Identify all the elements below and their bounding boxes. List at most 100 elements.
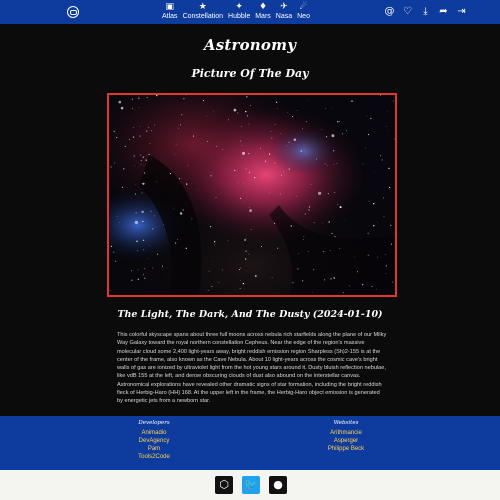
- codepen-icon[interactable]: ⬡: [215, 476, 233, 494]
- star: [390, 224, 392, 226]
- star: [142, 220, 144, 223]
- star: [290, 225, 292, 227]
- star: [154, 124, 156, 126]
- star: [279, 193, 281, 195]
- developer-link[interactable]: DevAgency: [94, 437, 214, 445]
- star: [388, 186, 391, 189]
- star: [215, 196, 217, 198]
- nav-label: Mars: [255, 13, 271, 20]
- star: [131, 98, 134, 100]
- star: [132, 127, 134, 128]
- nav-item-hubble[interactable]: ✦ Hubble: [228, 2, 250, 22]
- star: [133, 136, 135, 138]
- star: [175, 143, 177, 145]
- star: [239, 287, 241, 289]
- apod-image[interactable]: [107, 93, 397, 297]
- star: [322, 222, 324, 224]
- star: [109, 290, 111, 292]
- star: [307, 99, 309, 100]
- star: [362, 163, 364, 165]
- star: [271, 137, 273, 139]
- star: [288, 141, 290, 143]
- star: [273, 222, 276, 225]
- page-subtitle: Picture Of The Day: [191, 67, 309, 80]
- star: [118, 100, 122, 104]
- star: [310, 184, 312, 185]
- star: [237, 112, 239, 114]
- star: [120, 106, 124, 110]
- website-link[interactable]: Philippe Beck: [286, 445, 406, 453]
- nav-item-mars[interactable]: ♦ Mars: [255, 2, 271, 22]
- star: [242, 182, 244, 184]
- developer-link[interactable]: Animadio: [94, 429, 214, 437]
- star: [331, 106, 333, 108]
- nav-item-nasa[interactable]: ✈ Nasa: [276, 2, 292, 22]
- star: [385, 125, 387, 127]
- logo-icon[interactable]: [67, 6, 79, 18]
- star: [150, 210, 152, 212]
- star: [331, 134, 335, 138]
- nav-item-constellation[interactable]: ★ Constellation: [183, 2, 223, 22]
- star: [178, 127, 179, 129]
- share-icon[interactable]: ➦: [438, 6, 449, 17]
- star: [260, 246, 262, 247]
- star: [221, 269, 223, 271]
- picture-caption: The Light, The Dark, And The Dusty (2024…: [117, 309, 383, 320]
- star: [148, 245, 150, 246]
- download-icon[interactable]: ⤓: [420, 6, 431, 17]
- star: [240, 267, 242, 269]
- login-icon[interactable]: ⇥: [456, 6, 467, 17]
- heart-icon[interactable]: ♡: [402, 6, 413, 17]
- star: [142, 156, 144, 158]
- website-link[interactable]: Arithmancie: [286, 429, 406, 437]
- star: [146, 130, 148, 132]
- star: [315, 158, 317, 160]
- star: [248, 153, 250, 155]
- star: [202, 99, 205, 102]
- star: [181, 114, 183, 116]
- star: [137, 269, 139, 271]
- star: [338, 120, 340, 122]
- star: [280, 133, 281, 134]
- star: [140, 160, 142, 162]
- star: [132, 108, 134, 110]
- star: [161, 265, 163, 267]
- star: [377, 256, 378, 258]
- star: [241, 144, 243, 146]
- star: [218, 282, 220, 283]
- at-icon[interactable]: @: [384, 6, 395, 17]
- website-link[interactable]: Asperger: [286, 437, 406, 445]
- twitter-icon[interactable]: 🐦: [242, 476, 260, 494]
- star: [148, 153, 150, 155]
- nav-item-atlas[interactable]: ▣ Atlas: [162, 2, 178, 22]
- star: [134, 165, 135, 166]
- star: [146, 96, 148, 99]
- star: [297, 268, 299, 270]
- star: [384, 254, 386, 256]
- developer-link[interactable]: Pam: [94, 445, 214, 453]
- star: [134, 220, 139, 225]
- hubble-icon: ✦: [235, 2, 243, 12]
- star: [277, 108, 278, 109]
- developer-link[interactable]: Tools2Code: [94, 453, 214, 461]
- star: [162, 224, 164, 226]
- star: [151, 130, 153, 131]
- star: [237, 182, 239, 184]
- star: [385, 265, 387, 267]
- star: [334, 236, 336, 238]
- star: [329, 250, 331, 251]
- star: [222, 148, 224, 150]
- star: [141, 210, 144, 214]
- star: [274, 124, 276, 125]
- star: [244, 239, 246, 241]
- star: [325, 136, 328, 138]
- star: [245, 110, 247, 113]
- star: [318, 191, 322, 195]
- star: [128, 138, 130, 140]
- neo-icon: ☄: [299, 2, 308, 12]
- nav-item-neo[interactable]: ☄ Neo: [297, 2, 310, 22]
- star: [148, 127, 150, 129]
- github-icon[interactable]: ●: [269, 476, 287, 494]
- star: [186, 183, 188, 185]
- star: [382, 197, 384, 199]
